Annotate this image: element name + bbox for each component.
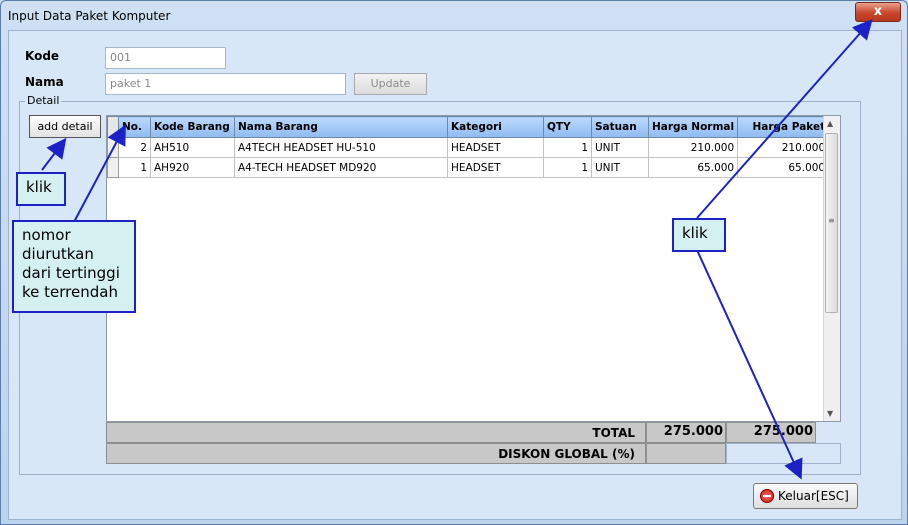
cell-no[interactable]: 2 (118, 137, 151, 158)
grid-vertical-scrollbar[interactable]: ▲ ≡ ▼ (823, 116, 840, 421)
row-header-corner (107, 116, 119, 138)
scroll-down-icon[interactable]: ▼ (827, 409, 833, 418)
scroll-grip-icon: ≡ (828, 216, 835, 225)
cell-nama-barang[interactable]: A4-TECH HEADSET MD920 (234, 157, 448, 178)
close-icon: x (873, 4, 883, 19)
exit-button[interactable]: Keluar[ESC] (753, 483, 858, 509)
total-label: TOTAL (592, 426, 635, 440)
diskon-row-label-cell: DISKON GLOBAL (%) (106, 443, 646, 464)
cell-kode-barang[interactable]: AH920 (150, 157, 235, 178)
cell-harga-paket[interactable]: 65.000 (737, 157, 830, 178)
nama-input[interactable]: paket 1 (105, 73, 346, 95)
total-normal-value: 275.000 (646, 422, 726, 443)
form-body: Kode 001 Nama paket 1 Update Detail add … (8, 30, 902, 520)
annotation-klik-left: klik (16, 172, 66, 206)
detail-grid[interactable]: No. Kode Barang Nama Barang Kategori QTY… (106, 115, 841, 422)
total-row-label-cell: TOTAL (106, 422, 646, 443)
cell-harga-paket[interactable]: 210.000 (737, 137, 830, 158)
col-header-harga-paket[interactable]: Harga Paket (737, 116, 830, 138)
col-header-nama-barang[interactable]: Nama Barang (234, 116, 448, 138)
table-row[interactable]: 2 AH510 A4TECH HEADSET HU-510 HEADSET 1 … (107, 137, 830, 158)
col-header-no[interactable]: No. (118, 116, 151, 138)
total-paket-value: 275.000 (726, 422, 816, 443)
annotation-klik-left-text: klik (26, 178, 52, 196)
close-button[interactable]: x (855, 2, 901, 22)
kode-input[interactable]: 001 (105, 47, 226, 69)
detail-group-label: Detail (25, 94, 62, 107)
col-header-satuan[interactable]: Satuan (591, 116, 649, 138)
diskon-label: DISKON GLOBAL (%) (498, 447, 635, 461)
scroll-up-icon[interactable]: ▲ (827, 119, 833, 128)
note-line: diurutkan (22, 245, 94, 263)
cell-harga-normal[interactable]: 210.000 (647, 137, 739, 158)
diskon-extra-cell (726, 443, 841, 464)
window-title: Input Data Paket Komputer (8, 9, 171, 23)
cell-harga-normal[interactable]: 65.000 (647, 157, 739, 178)
nama-label: Nama (25, 75, 64, 89)
cell-qty[interactable]: 1 (543, 137, 592, 158)
col-header-qty[interactable]: QTY (543, 116, 592, 138)
row-selector[interactable] (107, 157, 119, 178)
add-detail-button[interactable]: add detail (29, 115, 101, 138)
annotation-klik-right-text: klik (682, 224, 708, 242)
note-line: nomor (22, 226, 71, 244)
exit-button-label: Keluar[ESC] (778, 489, 849, 503)
title-bar: Input Data Paket Komputer x (1, 1, 907, 29)
cell-no[interactable]: 1 (118, 157, 151, 178)
row-selector[interactable] (107, 137, 119, 158)
note-line: ke terrendah (22, 283, 118, 301)
table-row[interactable]: 1 AH920 A4-TECH HEADSET MD920 HEADSET 1 … (107, 157, 830, 178)
stop-icon (760, 489, 774, 503)
col-header-harga-normal[interactable]: Harga Normal (647, 116, 739, 138)
annotation-sort-note: nomor diurutkan dari tertinggi ke terren… (12, 220, 136, 313)
grid-header-row: No. Kode Barang Nama Barang Kategori QTY… (107, 116, 830, 138)
cell-kode-barang[interactable]: AH510 (150, 137, 235, 158)
cell-qty[interactable]: 1 (543, 157, 592, 178)
cell-kategori[interactable]: HEADSET (447, 137, 544, 158)
diskon-value-cell[interactable] (646, 443, 726, 464)
cell-nama-barang[interactable]: A4TECH HEADSET HU-510 (234, 137, 448, 158)
cell-kategori[interactable]: HEADSET (447, 157, 544, 178)
app-window: Input Data Paket Komputer x Kode 001 Nam… (0, 0, 908, 525)
cell-satuan[interactable]: UNIT (591, 137, 649, 158)
kode-label: Kode (25, 49, 60, 63)
update-button[interactable]: Update (354, 73, 427, 95)
cell-satuan[interactable]: UNIT (591, 157, 649, 178)
note-line: dari tertinggi (22, 264, 120, 282)
col-header-kategori[interactable]: Kategori (447, 116, 544, 138)
annotation-klik-right: klik (672, 218, 726, 252)
col-header-kode-barang[interactable]: Kode Barang (150, 116, 235, 138)
